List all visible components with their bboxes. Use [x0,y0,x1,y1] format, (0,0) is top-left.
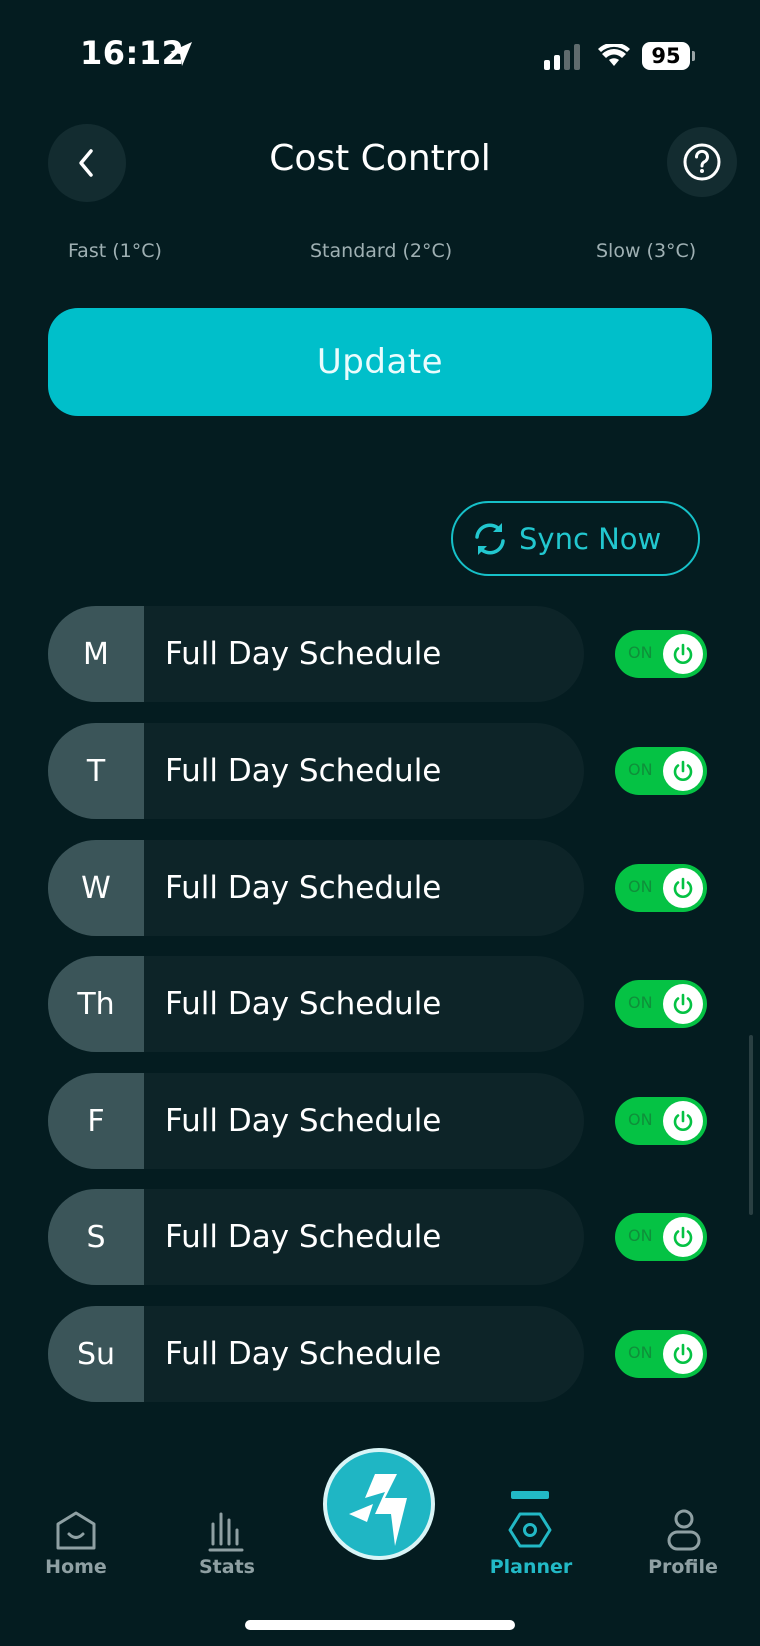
schedule-row-monday[interactable]: M Full Day Schedule [48,606,584,702]
schedule-toggle-friday[interactable]: ON [615,1097,707,1145]
schedule-toggle-sunday[interactable]: ON [615,1330,707,1378]
schedule-label: Full Day Schedule [165,870,442,906]
cellular-signal-icon [544,44,580,70]
day-badge: M [48,606,144,702]
schedule-row-friday[interactable]: F Full Day Schedule [48,1073,584,1169]
schedule-row-wednesday[interactable]: W Full Day Schedule [48,840,584,936]
battery-level: 95 [642,42,690,70]
sync-now-label: Sync Now [519,521,662,556]
schedule-toggle-thursday[interactable]: ON [615,980,707,1028]
schedule-toggle-monday[interactable]: ON [615,630,707,678]
day-badge: Th [48,956,144,1052]
day-badge: F [48,1073,144,1169]
schedule-row-thursday[interactable]: Th Full Day Schedule [48,956,584,1052]
help-button[interactable] [667,127,737,197]
schedule-label: Full Day Schedule [165,1336,442,1372]
profile-icon [667,1509,701,1551]
speed-option-standard[interactable]: Standard (2°C) [310,240,452,262]
help-icon [683,143,721,181]
day-badge: T [48,723,144,819]
planner-icon [508,1512,552,1548]
schedule-label: Full Day Schedule [165,1103,442,1139]
power-icon [673,1226,693,1247]
bolt-icon [329,1454,429,1554]
location-arrow-icon [170,42,192,66]
schedule-row-tuesday[interactable]: T Full Day Schedule [48,723,584,819]
power-icon [673,993,693,1014]
scrollbar[interactable] [749,1035,753,1215]
toggle-on-label: ON [628,760,653,779]
toggle-on-label: ON [628,877,653,896]
day-badge: S [48,1189,144,1285]
schedule-row-saturday[interactable]: S Full Day Schedule [48,1189,584,1285]
schedule-label: Full Day Schedule [165,753,442,789]
page-title: Cost Control [269,138,491,179]
day-badge: W [48,840,144,936]
toggle-on-label: ON [628,643,653,662]
active-tab-indicator [511,1491,549,1499]
power-icon [673,643,693,664]
sync-now-button[interactable]: Sync Now [451,501,700,576]
stats-icon [208,1512,244,1552]
day-badge: Su [48,1306,144,1402]
power-icon [673,1110,693,1131]
sync-icon [475,522,505,555]
schedule-row-sunday[interactable]: Su Full Day Schedule [48,1306,584,1402]
schedule-label: Full Day Schedule [165,1219,442,1255]
schedule-toggle-saturday[interactable]: ON [615,1213,707,1261]
power-icon [673,877,693,898]
power-icon [673,760,693,781]
charge-button[interactable] [323,1448,435,1560]
speed-option-fast[interactable]: Fast (1°C) [68,240,162,262]
wifi-icon [598,44,630,66]
update-button[interactable]: Update [48,308,712,416]
schedule-label: Full Day Schedule [165,636,442,672]
toggle-on-label: ON [628,1343,653,1362]
power-icon [673,1343,693,1364]
battery-icon: 95 [642,42,695,70]
home-icon [56,1511,96,1550]
schedule-toggle-tuesday[interactable]: ON [615,747,707,795]
toggle-on-label: ON [628,1226,653,1245]
nav-home-label: Home [45,1556,107,1578]
toggle-on-label: ON [628,993,653,1012]
schedule-toggle-wednesday[interactable]: ON [615,864,707,912]
nav-planner-label: Planner [489,1556,573,1578]
speed-option-slow[interactable]: Slow (3°C) [596,240,696,262]
toggle-on-label: ON [628,1110,653,1129]
nav-profile-label: Profile [648,1556,718,1578]
home-indicator[interactable] [245,1620,515,1630]
schedule-label: Full Day Schedule [165,986,442,1022]
nav-stats-label: Stats [199,1556,255,1578]
